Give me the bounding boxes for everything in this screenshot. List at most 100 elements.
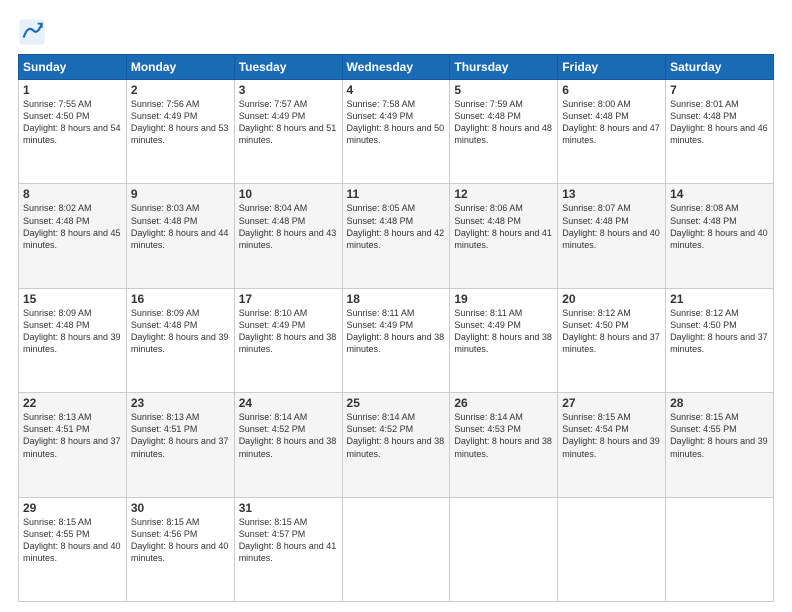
- cell-info: Sunrise: 8:15 AMSunset: 4:55 PMDaylight:…: [670, 412, 768, 458]
- weekday-header: Sunday: [19, 55, 127, 80]
- cell-info: Sunrise: 8:14 AMSunset: 4:52 PMDaylight:…: [347, 412, 445, 458]
- day-number: 26: [454, 396, 553, 410]
- cell-info: Sunrise: 8:12 AMSunset: 4:50 PMDaylight:…: [670, 308, 768, 354]
- day-number: 15: [23, 292, 122, 306]
- calendar-cell: [450, 497, 558, 601]
- cell-info: Sunrise: 8:15 AMSunset: 4:54 PMDaylight:…: [562, 412, 660, 458]
- calendar-cell: 7Sunrise: 8:01 AMSunset: 4:48 PMDaylight…: [666, 80, 774, 184]
- calendar-cell: 23Sunrise: 8:13 AMSunset: 4:51 PMDayligh…: [126, 393, 234, 497]
- calendar-header: SundayMondayTuesdayWednesdayThursdayFrid…: [19, 55, 774, 80]
- cell-info: Sunrise: 8:15 AMSunset: 4:56 PMDaylight:…: [131, 517, 229, 563]
- cell-info: Sunrise: 8:09 AMSunset: 4:48 PMDaylight:…: [131, 308, 229, 354]
- day-number: 28: [670, 396, 769, 410]
- day-number: 22: [23, 396, 122, 410]
- calendar-cell: 16 Sunrise: 8:09 AMSunset: 4:48 PMDayligh…: [126, 288, 234, 392]
- day-number: 11: [347, 187, 446, 201]
- day-number: 2: [131, 83, 230, 97]
- calendar-cell: 13Sunrise: 8:07 AMSunset: 4:48 PMDayligh…: [558, 184, 666, 288]
- cell-info: Sunrise: 8:06 AMSunset: 4:48 PMDaylight:…: [454, 203, 552, 249]
- day-number: 6: [562, 83, 661, 97]
- calendar-cell: 22 Sunrise: 8:13 AMSunset: 4:51 PMDayligh…: [19, 393, 127, 497]
- cell-info: Sunrise: 8:05 AMSunset: 4:48 PMDaylight:…: [347, 203, 445, 249]
- header: [18, 18, 774, 46]
- day-number: 5: [454, 83, 553, 97]
- logo: [18, 18, 50, 46]
- calendar-cell: 12 Sunrise: 8:06 AMSunset: 4:48 PMDayligh…: [450, 184, 558, 288]
- calendar-cell: 29Sunrise: 8:15 AMSunset: 4:55 PMDayligh…: [19, 497, 127, 601]
- calendar-week-row: 8 Sunrise: 8:02 AMSunset: 4:48 PMDaylight…: [19, 184, 774, 288]
- calendar-cell: 21 Sunrise: 8:12 AMSunset: 4:50 PMDayligh…: [666, 288, 774, 392]
- weekday-header: Wednesday: [342, 55, 450, 80]
- calendar-week-row: 15 Sunrise: 8:09 AMSunset: 4:48 PMDayligh…: [19, 288, 774, 392]
- calendar-cell: 20Sunrise: 8:12 AMSunset: 4:50 PMDayligh…: [558, 288, 666, 392]
- cell-info: Sunrise: 8:08 AMSunset: 4:48 PMDaylight:…: [670, 203, 768, 249]
- day-number: 3: [239, 83, 338, 97]
- calendar-cell: 4 Sunrise: 7:58 AMSunset: 4:49 PMDaylight…: [342, 80, 450, 184]
- calendar-cell: 26 Sunrise: 8:14 AMSunset: 4:53 PMDayligh…: [450, 393, 558, 497]
- calendar-body: 1 Sunrise: 7:55 AMSunset: 4:50 PMDaylight…: [19, 80, 774, 602]
- day-number: 10: [239, 187, 338, 201]
- day-number: 18: [347, 292, 446, 306]
- calendar-cell: 10 Sunrise: 8:04 AMSunset: 4:48 PMDayligh…: [234, 184, 342, 288]
- logo-icon: [18, 18, 46, 46]
- cell-info: Sunrise: 8:11 AMSunset: 4:49 PMDaylight:…: [454, 308, 552, 354]
- calendar-cell: 1 Sunrise: 7:55 AMSunset: 4:50 PMDaylight…: [19, 80, 127, 184]
- cell-info: Sunrise: 7:58 AMSunset: 4:49 PMDaylight:…: [347, 99, 445, 145]
- calendar-cell: 28 Sunrise: 8:15 AMSunset: 4:55 PMDayligh…: [666, 393, 774, 497]
- day-number: 13: [562, 187, 661, 201]
- cell-info: Sunrise: 8:02 AMSunset: 4:48 PMDaylight:…: [23, 203, 121, 249]
- day-number: 8: [23, 187, 122, 201]
- calendar-cell: [342, 497, 450, 601]
- calendar-week-row: 22 Sunrise: 8:13 AMSunset: 4:51 PMDayligh…: [19, 393, 774, 497]
- calendar-cell: 9Sunrise: 8:03 AMSunset: 4:48 PMDaylight…: [126, 184, 234, 288]
- cell-info: Sunrise: 8:03 AMSunset: 4:48 PMDaylight:…: [131, 203, 229, 249]
- day-number: 30: [131, 501, 230, 515]
- day-number: 27: [562, 396, 661, 410]
- weekday-header: Monday: [126, 55, 234, 80]
- cell-info: Sunrise: 8:09 AMSunset: 4:48 PMDaylight:…: [23, 308, 121, 354]
- cell-info: Sunrise: 8:11 AMSunset: 4:49 PMDaylight:…: [347, 308, 445, 354]
- cell-info: Sunrise: 8:01 AMSunset: 4:48 PMDaylight:…: [670, 99, 768, 145]
- weekday-header: Tuesday: [234, 55, 342, 80]
- day-number: 16: [131, 292, 230, 306]
- calendar-cell: 5 Sunrise: 7:59 AMSunset: 4:48 PMDaylight…: [450, 80, 558, 184]
- day-number: 14: [670, 187, 769, 201]
- page: SundayMondayTuesdayWednesdayThursdayFrid…: [0, 0, 792, 612]
- day-number: 24: [239, 396, 338, 410]
- calendar-cell: 8 Sunrise: 8:02 AMSunset: 4:48 PMDaylight…: [19, 184, 127, 288]
- cell-info: Sunrise: 8:04 AMSunset: 4:48 PMDaylight:…: [239, 203, 337, 249]
- cell-info: Sunrise: 7:55 AMSunset: 4:50 PMDaylight:…: [23, 99, 121, 145]
- calendar-cell: 11 Sunrise: 8:05 AMSunset: 4:48 PMDayligh…: [342, 184, 450, 288]
- day-number: 19: [454, 292, 553, 306]
- cell-info: Sunrise: 7:57 AMSunset: 4:49 PMDaylight:…: [239, 99, 337, 145]
- calendar-cell: 18 Sunrise: 8:11 AMSunset: 4:49 PMDayligh…: [342, 288, 450, 392]
- calendar-cell: 14 Sunrise: 8:08 AMSunset: 4:48 PMDayligh…: [666, 184, 774, 288]
- calendar-cell: [558, 497, 666, 601]
- calendar-cell: 6Sunrise: 8:00 AMSunset: 4:48 PMDaylight…: [558, 80, 666, 184]
- calendar-cell: 3 Sunrise: 7:57 AMSunset: 4:49 PMDaylight…: [234, 80, 342, 184]
- day-number: 4: [347, 83, 446, 97]
- day-number: 29: [23, 501, 122, 515]
- day-number: 25: [347, 396, 446, 410]
- calendar-cell: 24 Sunrise: 8:14 AMSunset: 4:52 PMDayligh…: [234, 393, 342, 497]
- cell-info: Sunrise: 8:14 AMSunset: 4:52 PMDaylight:…: [239, 412, 337, 458]
- calendar-cell: 17Sunrise: 8:10 AMSunset: 4:49 PMDayligh…: [234, 288, 342, 392]
- calendar-cell: 15 Sunrise: 8:09 AMSunset: 4:48 PMDayligh…: [19, 288, 127, 392]
- calendar-cell: 30 Sunrise: 8:15 AMSunset: 4:56 PMDayligh…: [126, 497, 234, 601]
- day-number: 1: [23, 83, 122, 97]
- calendar-cell: 27 Sunrise: 8:15 AMSunset: 4:54 PMDayligh…: [558, 393, 666, 497]
- calendar-cell: 31Sunrise: 8:15 AMSunset: 4:57 PMDayligh…: [234, 497, 342, 601]
- cell-info: Sunrise: 7:56 AMSunset: 4:49 PMDaylight:…: [131, 99, 229, 145]
- weekday-row: SundayMondayTuesdayWednesdayThursdayFrid…: [19, 55, 774, 80]
- cell-info: Sunrise: 8:13 AMSunset: 4:51 PMDaylight:…: [131, 412, 229, 458]
- cell-info: Sunrise: 7:59 AMSunset: 4:48 PMDaylight:…: [454, 99, 552, 145]
- day-number: 21: [670, 292, 769, 306]
- cell-info: Sunrise: 8:13 AMSunset: 4:51 PMDaylight:…: [23, 412, 121, 458]
- calendar-week-row: 29Sunrise: 8:15 AMSunset: 4:55 PMDayligh…: [19, 497, 774, 601]
- day-number: 31: [239, 501, 338, 515]
- calendar-cell: 2 Sunrise: 7:56 AMSunset: 4:49 PMDaylight…: [126, 80, 234, 184]
- calendar-cell: [666, 497, 774, 601]
- day-number: 12: [454, 187, 553, 201]
- weekday-header: Saturday: [666, 55, 774, 80]
- cell-info: Sunrise: 8:14 AMSunset: 4:53 PMDaylight:…: [454, 412, 552, 458]
